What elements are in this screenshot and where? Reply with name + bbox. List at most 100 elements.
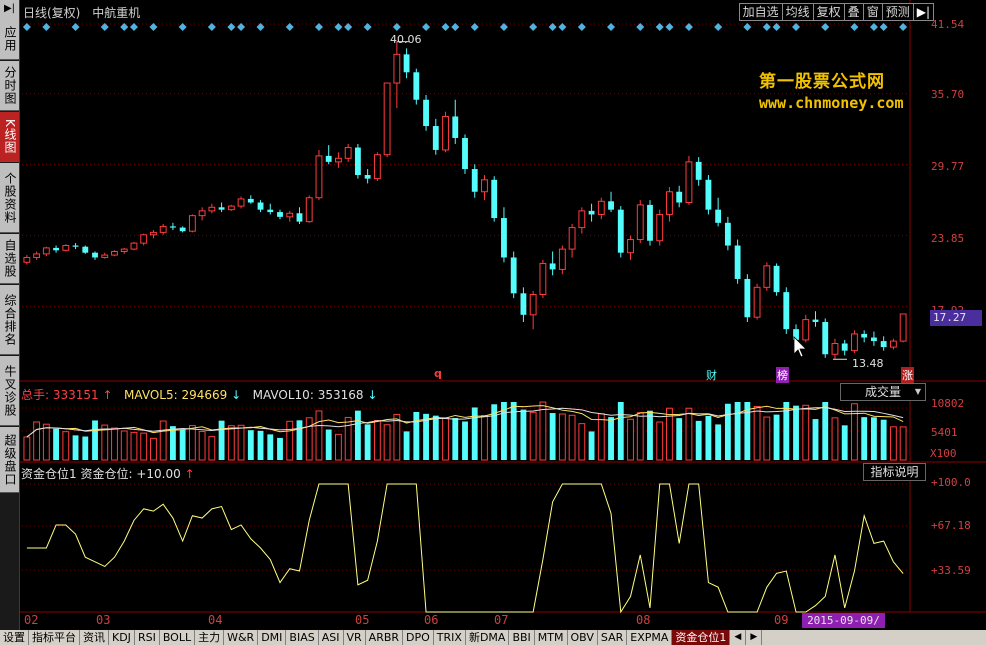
- price-axis-label: 23.85: [931, 232, 965, 245]
- tab-trix[interactable]: TRIX: [433, 630, 466, 645]
- candle-body: [140, 234, 148, 244]
- volume-total-value: 333151: [52, 388, 99, 402]
- candle-body: [257, 202, 264, 210]
- scroll-left-icon[interactable]: ◀: [730, 630, 747, 645]
- sidebar-item-app[interactable]: 应用: [0, 18, 19, 60]
- volume-bar: [247, 430, 254, 460]
- volume-bar: [695, 420, 702, 460]
- tab-obv[interactable]: OBV: [567, 630, 598, 645]
- chart-title: 日线(复权) 中航重机: [23, 4, 148, 21]
- volume-bar: [452, 417, 459, 460]
- candle-body: [413, 72, 420, 100]
- volume-bar: [198, 431, 206, 461]
- sidebar-item-stock-info[interactable]: 个股资料: [0, 163, 19, 233]
- event-diamond-icon: [762, 23, 771, 31]
- volume-up-icon: ↑: [102, 388, 113, 402]
- candle-body: [305, 197, 313, 223]
- tab-vr[interactable]: VR: [343, 630, 366, 645]
- candle-body: [861, 333, 868, 338]
- candle-body: [344, 147, 352, 159]
- volume-bar: [354, 410, 361, 460]
- volume-bar: [481, 415, 488, 461]
- volume-bar: [257, 430, 264, 460]
- candle-body: [880, 341, 887, 348]
- candle-body: [617, 209, 624, 253]
- tab-dpo[interactable]: DPO: [403, 630, 434, 645]
- event-diamond-icon: [548, 23, 557, 31]
- volume-bar: [773, 414, 780, 460]
- volume-bar: [705, 415, 712, 460]
- tab-fund-position[interactable]: 资金仓位1: [672, 630, 731, 645]
- tab-bias[interactable]: BIAS: [286, 630, 319, 645]
- tab-mtm[interactable]: MTM: [534, 630, 568, 645]
- volume-bar: [286, 420, 294, 461]
- tab-indicator-platform[interactable]: 指标平台: [29, 630, 80, 645]
- candle-body: [188, 215, 196, 232]
- tab-rsi[interactable]: RSI: [134, 630, 160, 645]
- sidebar-item-intraday[interactable]: 分时图: [0, 61, 19, 111]
- candle-body: [549, 263, 556, 270]
- volume-bar: [841, 425, 848, 460]
- candle-body: [218, 207, 225, 210]
- scroll-right-icon[interactable]: ▶: [746, 630, 763, 645]
- collapse-sidebar-button[interactable]: ▶|: [0, 0, 19, 18]
- event-marker-rise[interactable]: 涨: [901, 367, 914, 383]
- chart-toolbar: 加自选 均线 复权 叠 窗 预测 ▶|: [738, 3, 934, 21]
- candle-body: [841, 343, 848, 351]
- candle-body: [325, 155, 332, 162]
- tab-arbr[interactable]: ARBR: [365, 630, 404, 645]
- sidebar-item-diagnosis[interactable]: 牛叉诊股: [0, 356, 19, 426]
- fund-header: 资金仓位1 资金仓位: +10.00 ↑: [21, 465, 195, 482]
- tab-wr[interactable]: W&R: [224, 630, 259, 645]
- left-sidebar: ▶| 应用 分时图 K线图 个股资料 自选股 综合排名 牛叉诊股 超级盘口: [0, 0, 20, 630]
- tab-main-force[interactable]: 主力: [195, 630, 225, 645]
- add-watchlist-button[interactable]: 加自选: [738, 3, 783, 21]
- moving-average-button[interactable]: 均线: [781, 3, 814, 21]
- tab-dmi[interactable]: DMI: [258, 630, 287, 645]
- candle-body: [753, 286, 761, 318]
- sidebar-item-super-panel[interactable]: 超级盘口: [0, 427, 19, 493]
- window-button[interactable]: 窗: [862, 3, 883, 21]
- event-marker-q[interactable]: q: [434, 367, 442, 380]
- tab-sar[interactable]: SAR: [597, 630, 628, 645]
- volume-bar: [685, 407, 693, 461]
- sidebar-item-watchlist[interactable]: 自选股: [0, 234, 19, 284]
- sidebar-item-kline[interactable]: K线图: [0, 112, 19, 162]
- forecast-button[interactable]: 预测: [881, 3, 914, 21]
- event-marker-finance[interactable]: 财: [706, 367, 717, 383]
- event-diamond-icon: [869, 23, 878, 31]
- event-diamond-icon: [577, 23, 586, 31]
- volume-bar: [871, 417, 877, 460]
- volume-bar: [549, 413, 556, 460]
- x-axis-month: 07: [494, 613, 509, 627]
- tab-new-dma[interactable]: 新DMA: [465, 630, 510, 645]
- candle-body: [354, 147, 361, 176]
- x-axis-month: 04: [208, 613, 223, 627]
- indicator-dropdown[interactable]: 成交量 ▼: [840, 383, 926, 401]
- tab-expma[interactable]: EXPMA: [627, 630, 673, 645]
- tab-news[interactable]: 资讯: [80, 630, 109, 645]
- event-marker-ranking[interactable]: 榜: [776, 367, 789, 383]
- tab-bbi[interactable]: BBI: [509, 630, 535, 645]
- event-diamond-icon: [100, 23, 109, 31]
- tab-settings[interactable]: 设置: [0, 630, 29, 645]
- candle-body: [597, 200, 605, 215]
- mavol10-down-icon: ↓: [367, 388, 378, 402]
- x-axis-month: 05: [355, 613, 370, 627]
- event-diamond-icon: [636, 23, 645, 31]
- volume-bar: [831, 417, 839, 461]
- volume-bar: [471, 407, 478, 460]
- volume-bar: [588, 431, 595, 460]
- adjust-rights-button[interactable]: 复权: [812, 3, 845, 21]
- candle-body: [724, 222, 731, 246]
- indicator-info-button[interactable]: 指标说明: [863, 463, 926, 481]
- fund-up-icon: ↑: [184, 467, 195, 481]
- event-diamond-icon: [850, 23, 859, 31]
- volume-bar: [33, 421, 41, 461]
- tab-asi[interactable]: ASI: [318, 630, 344, 645]
- tab-boll[interactable]: BOLL: [159, 630, 196, 645]
- overlay-button[interactable]: 叠: [843, 3, 864, 21]
- tab-kdj[interactable]: KDJ: [109, 630, 135, 645]
- sidebar-item-ranking[interactable]: 综合排名: [0, 285, 19, 355]
- volume-bar: [159, 420, 167, 461]
